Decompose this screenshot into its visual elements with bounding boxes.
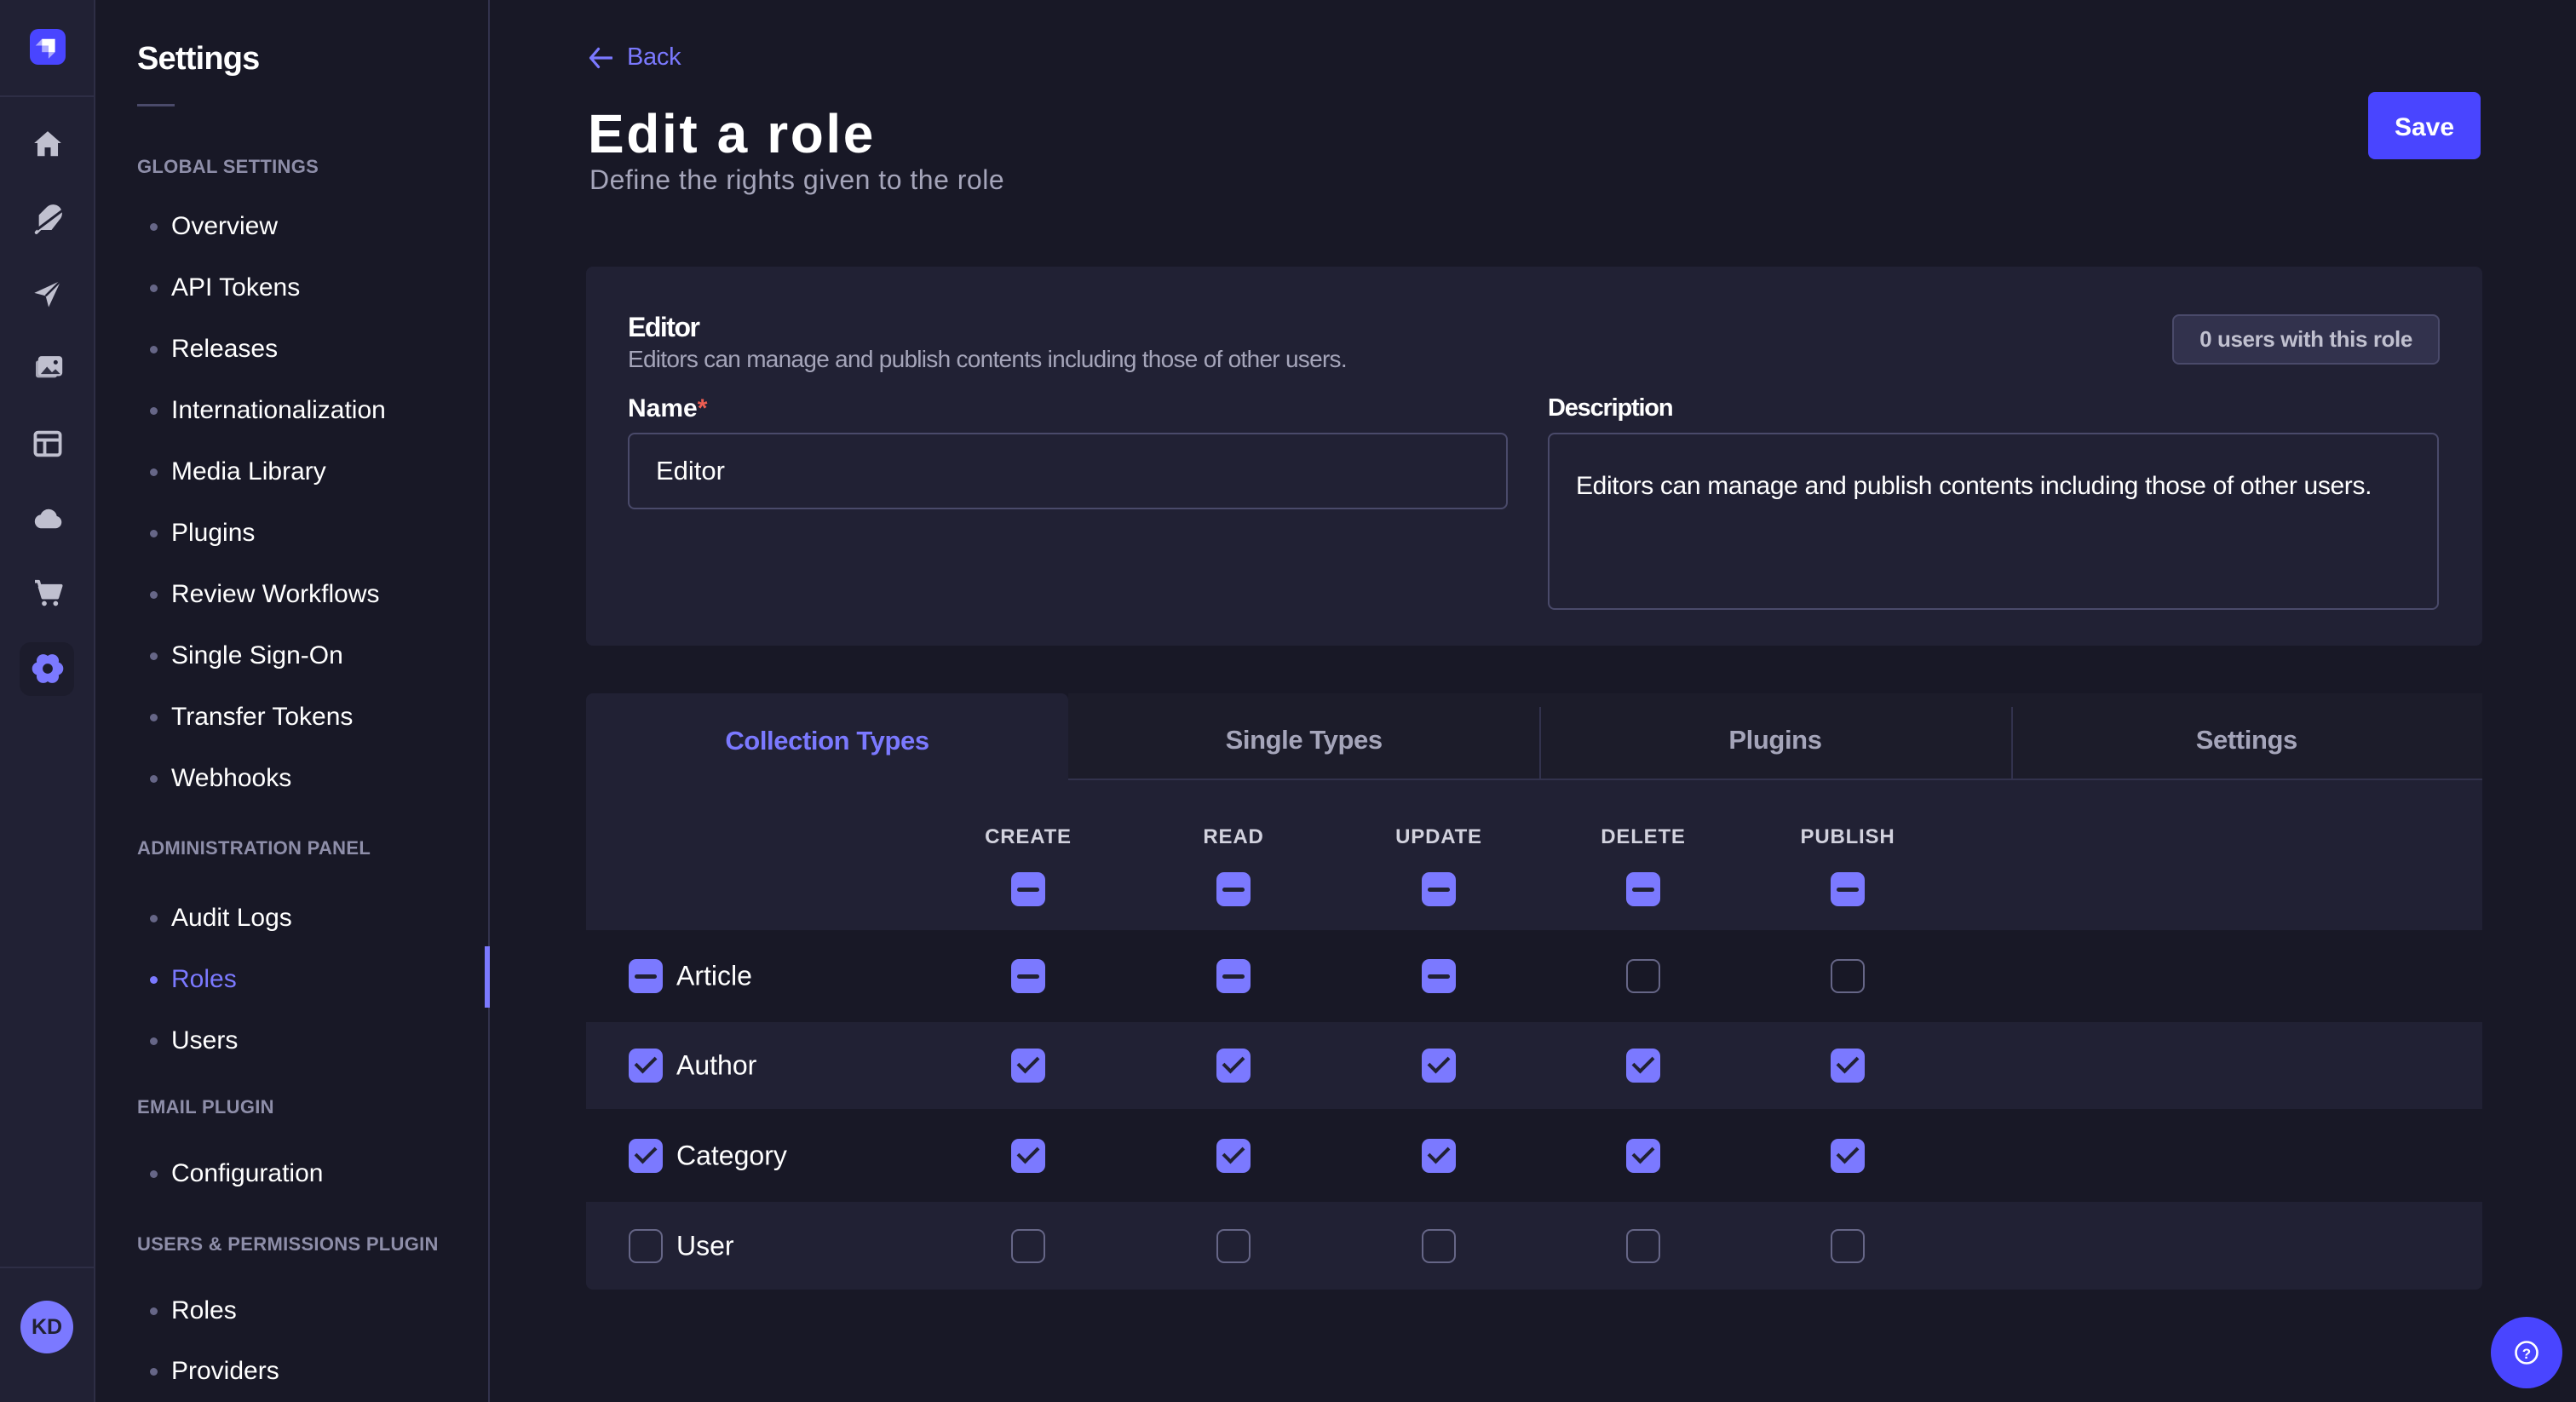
svg-text:?: ? [2522, 1346, 2531, 1362]
